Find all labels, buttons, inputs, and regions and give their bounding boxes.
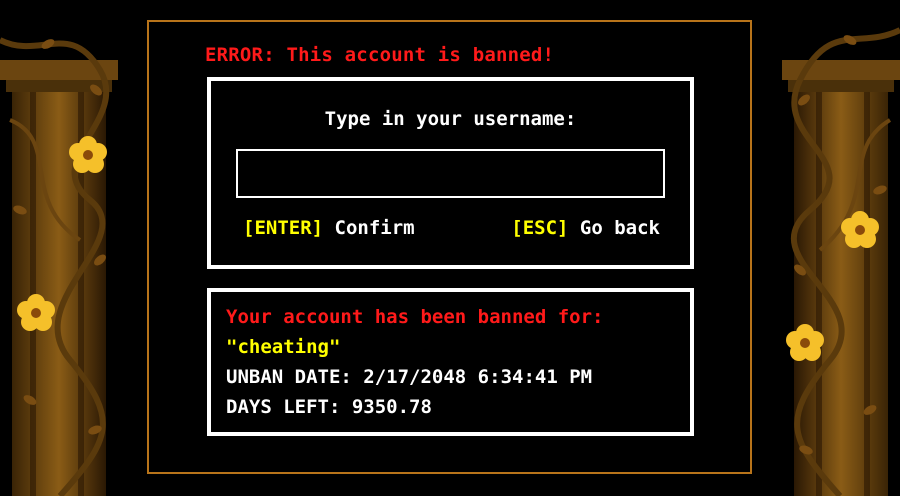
ban-heading: Your account has been banned for:	[226, 306, 604, 328]
ban-reason: "cheating"	[226, 336, 341, 358]
days-left-row: DAYS LEFT: 9350.78	[226, 396, 432, 418]
go-back-button[interactable]: [ESC] Go back	[511, 217, 660, 239]
right-pillar-decoration	[770, 0, 900, 496]
unban-date-row: UNBAN DATE: 2/17/2048 6:34:41 PM	[226, 366, 592, 388]
username-prompt: Type in your username:	[324, 108, 577, 130]
days-left-value: 9350.78	[351, 396, 432, 418]
login-dialog: Type in your username: [ENTER] Confirm […	[207, 77, 694, 269]
days-left-label: DAYS LEFT:	[226, 396, 341, 418]
confirm-button[interactable]: [ENTER] Confirm	[243, 217, 415, 239]
go-back-label: Go back	[579, 217, 660, 239]
enter-key-label: [ENTER]	[243, 217, 324, 239]
esc-key-label: [ESC]	[511, 217, 569, 239]
username-input[interactable]	[236, 149, 665, 198]
left-pillar-decoration	[0, 0, 130, 496]
confirm-label: Confirm	[334, 217, 415, 239]
unban-date-label: UNBAN DATE:	[226, 366, 352, 388]
ban-info-panel: Your account has been banned for: "cheat…	[207, 288, 694, 436]
error-message: ERROR: This account is banned!	[205, 44, 555, 66]
unban-date-value: 2/17/2048 6:34:41 PM	[363, 366, 593, 388]
